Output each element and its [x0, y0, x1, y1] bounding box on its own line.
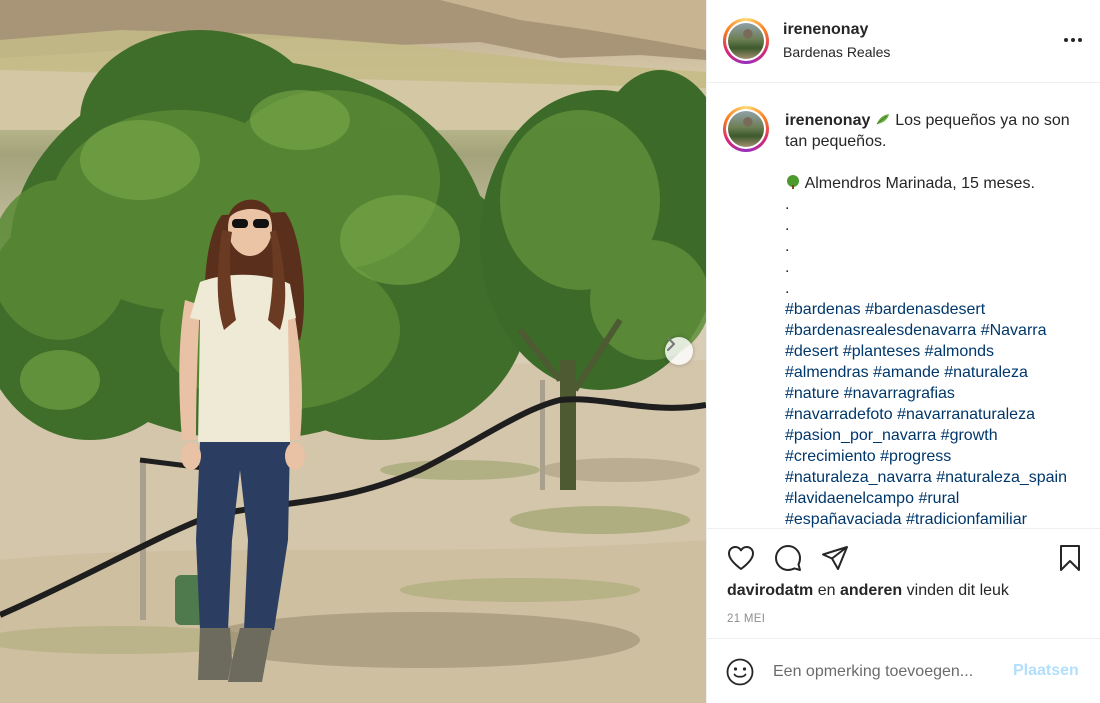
caption-area: irenenonay Los pequeños ya no son tan pe… — [707, 84, 1100, 528]
hashtag-link[interactable]: #lavidaenelcampo — [785, 490, 914, 507]
more-options-button[interactable] — [1059, 30, 1087, 50]
post-location[interactable]: Bardenas Reales — [783, 44, 890, 60]
comment-icon — [775, 545, 801, 571]
post-header: irenenonay Bardenas Reales — [707, 0, 1100, 83]
hashtag-link[interactable]: #progress — [880, 448, 951, 465]
hashtag-link[interactable]: #naturaleza_spain — [936, 469, 1067, 486]
hashtag-link[interactable]: #nature — [785, 385, 839, 402]
share-button[interactable] — [820, 543, 850, 573]
hashtag-link[interactable]: #amande — [873, 364, 940, 381]
comment-button[interactable] — [773, 543, 803, 573]
caption-dot: . — [785, 217, 790, 234]
likes-others-link[interactable]: anderen — [840, 582, 902, 599]
likes-summary: davirodatm en anderen vinden dit leuk — [727, 582, 1009, 600]
hashtag-link[interactable]: #naturaleza_navarra — [785, 469, 932, 486]
caption-dot: . — [785, 259, 790, 276]
caption-second-text: Almendros Marinada, 15 meses. — [801, 175, 1035, 192]
hashtag-link[interactable]: #bardenasrealesdenavarra — [785, 322, 976, 339]
hashtag-link[interactable]: #naturaleza — [944, 364, 1028, 381]
herb-leaf-emoji-icon — [876, 114, 889, 125]
post-details-panel: irenenonay Bardenas Reales irenenonay Lo… — [706, 0, 1100, 703]
hashtag-link[interactable]: #desert — [785, 343, 838, 360]
hashtag-link[interactable]: #bardenas — [785, 301, 861, 318]
paper-plane-icon — [822, 546, 848, 570]
liked-by-user[interactable]: davirodatm — [727, 582, 813, 599]
like-button[interactable] — [726, 543, 756, 573]
hashtag-link[interactable]: #almendras — [785, 364, 869, 381]
caption-dot: . — [785, 280, 790, 297]
caption-avatar[interactable] — [723, 106, 769, 152]
hashtag-link[interactable]: #navarragrafias — [844, 385, 955, 402]
emoji-icon — [726, 658, 754, 686]
hashtag-link[interactable]: #navarradefoto — [785, 406, 893, 423]
caption-avatar-image — [728, 111, 764, 147]
hashtag-link[interactable]: #españavaciada — [785, 511, 902, 528]
avatar-image — [728, 23, 764, 59]
chevron-right-icon — [667, 337, 675, 351]
author-username[interactable]: irenenonay — [783, 21, 868, 39]
tree-emoji-icon — [787, 175, 799, 189]
caption-dot: . — [785, 196, 790, 213]
carousel-next-button[interactable] — [665, 337, 693, 365]
hashtag-link[interactable]: #crecimiento — [785, 448, 876, 465]
likes-suffix: vinden dit leuk — [902, 582, 1009, 599]
hashtag-link[interactable]: #almonds — [925, 343, 994, 360]
hashtag-list: #bardenas #bardenasdesert #bardenasreale… — [785, 299, 1091, 528]
post-actions: davirodatm en anderen vinden dit leuk 21… — [707, 528, 1100, 639]
hashtag-link[interactable]: #tradicionfamiliar — [906, 511, 1027, 528]
heart-icon — [728, 546, 754, 570]
caption-first-line: irenenonay Los pequeños ya no son tan pe… — [785, 110, 1091, 152]
hashtag-link[interactable]: #Navarra — [981, 322, 1047, 339]
more-options-icon — [1064, 38, 1068, 42]
hashtag-link[interactable]: #navarranaturaleza — [897, 406, 1035, 423]
hashtag-link[interactable]: #bardenasdesert — [865, 301, 985, 318]
hashtag-link[interactable]: #rural — [918, 490, 959, 507]
hashtag-link[interactable]: #growth — [941, 427, 998, 444]
photo-illustration — [0, 0, 706, 703]
emoji-button[interactable] — [725, 657, 755, 687]
caption-username[interactable]: irenenonay — [785, 112, 870, 129]
bookmark-icon — [1060, 545, 1080, 571]
post-comment-button[interactable]: Plaatsen — [1013, 662, 1079, 680]
post-photo[interactable] — [0, 0, 706, 703]
caption-second-line: Almendros Marinada, 15 meses. — [785, 173, 1091, 194]
likes-connector: en — [813, 582, 840, 599]
comment-input[interactable] — [773, 660, 1013, 684]
avatar[interactable] — [723, 18, 769, 64]
save-button[interactable] — [1055, 543, 1085, 573]
caption-dot: . — [785, 238, 790, 255]
hashtag-link[interactable]: #planteses — [843, 343, 920, 360]
comment-bar: Plaatsen — [707, 640, 1100, 703]
post-date[interactable]: 21 MEI — [727, 613, 765, 625]
post-caption: irenenonay Los pequeños ya no son tan pe… — [785, 110, 1091, 528]
hashtag-link[interactable]: #pasion_por_navarra — [785, 427, 936, 444]
